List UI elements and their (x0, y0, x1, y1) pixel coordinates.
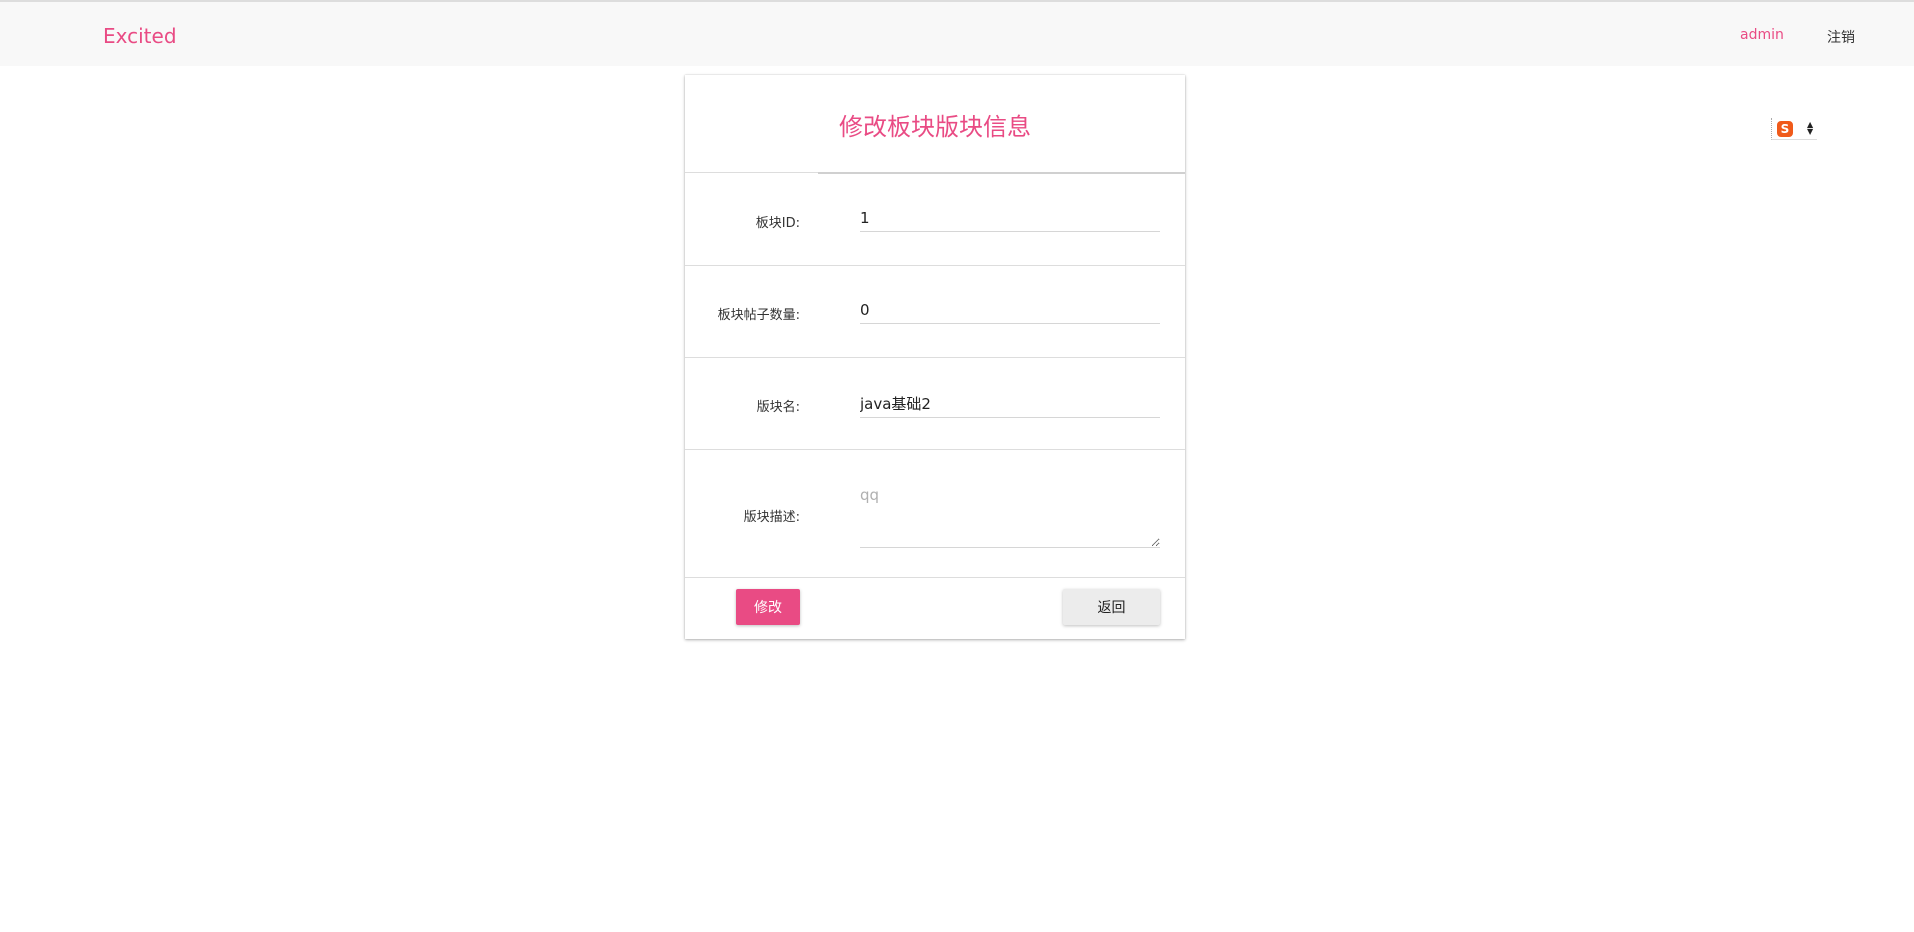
logout-link[interactable]: 注销 (1827, 27, 1855, 47)
back-button[interactable]: 返回 (1063, 589, 1160, 625)
section-description-label: 版块描述: (743, 510, 800, 525)
section-description-textarea[interactable] (860, 486, 1160, 548)
row-section-description: 版块描述: (685, 450, 1185, 578)
section-id-label: 板块ID: (755, 216, 800, 231)
brand-logo[interactable]: Excited (103, 24, 177, 48)
post-count-label: 板块帖子数量: (717, 308, 800, 323)
section-name-label: 版块名: (756, 400, 800, 415)
user-link[interactable]: admin (1740, 27, 1784, 43)
row-section-name: 版块名: (685, 358, 1185, 450)
row-section-id: 板块ID: (685, 174, 1185, 266)
post-count-input[interactable] (860, 296, 1160, 324)
sogou-ime-icon[interactable]: S (1777, 121, 1793, 137)
section-name-input[interactable] (860, 390, 1160, 418)
form-title: 修改板块版块信息 (685, 75, 1185, 173)
edit-section-form: 修改板块版块信息 板块ID: 板块帖子数量: 版块名: 版块描述: 修改 返回 (685, 75, 1185, 639)
ime-menu-arrow-icon[interactable]: ▲ ▼ (1807, 121, 1813, 136)
row-post-count: 板块帖子数量: (685, 266, 1185, 358)
modify-button[interactable]: 修改 (736, 589, 800, 625)
section-id-input[interactable] (860, 204, 1160, 232)
navbar: Excited admin 注销 (0, 2, 1914, 66)
ime-toolbar[interactable]: S ▲ ▼ (1771, 118, 1817, 140)
